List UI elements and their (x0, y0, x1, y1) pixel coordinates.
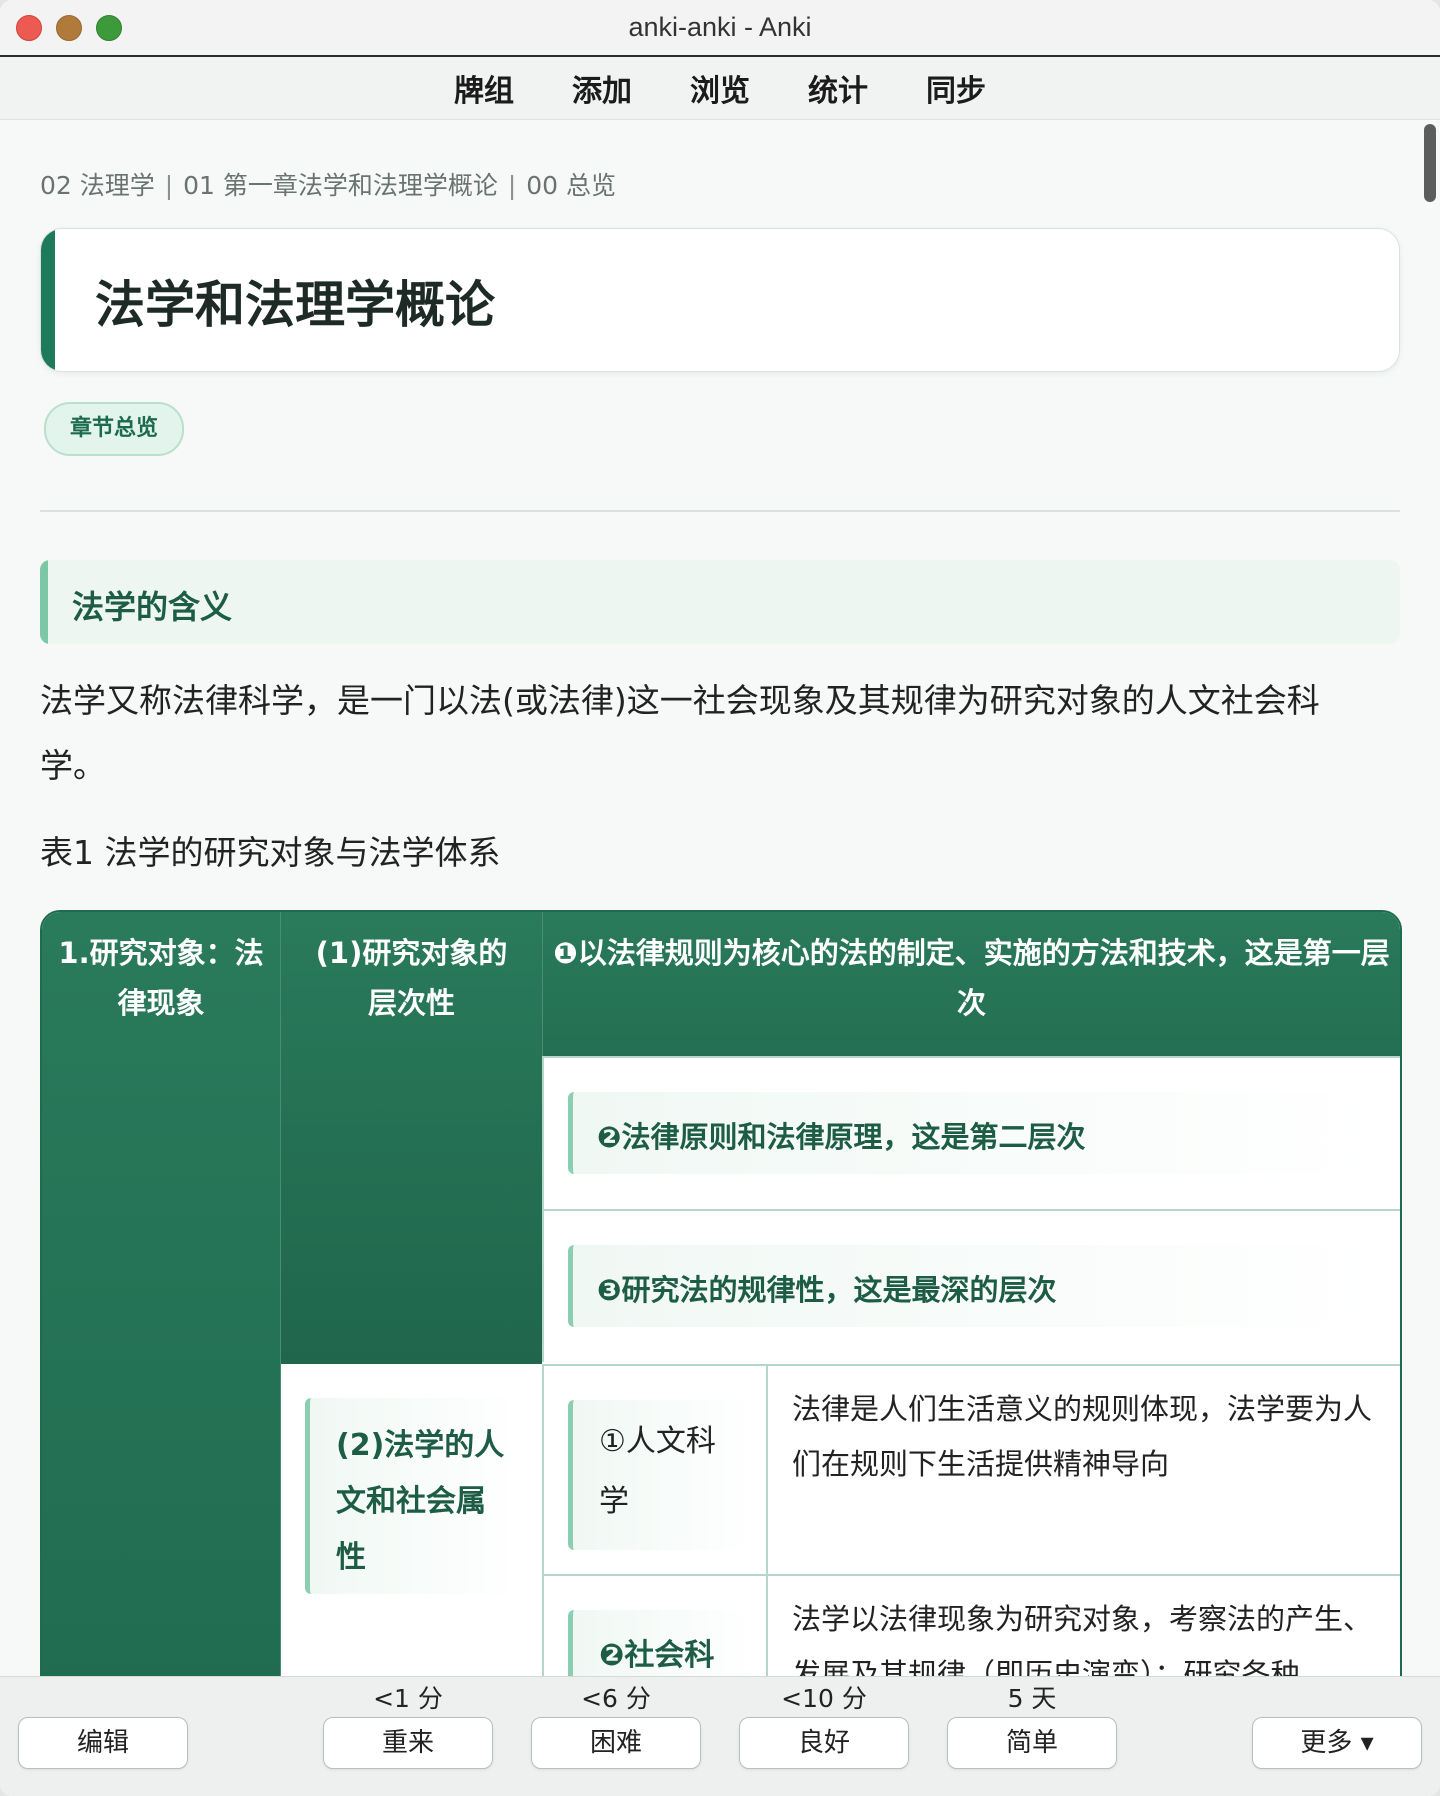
level-2-text: ❷法律原则和法律原理，这是第二层次 (597, 1120, 1086, 1154)
again-button[interactable]: 重来 (323, 1717, 493, 1769)
definition-paragraph: 法学又称法律科学，是一门以法(或法律)这一社会现象及其规律为研究对象的人文社会科… (40, 681, 1320, 785)
breadcrumb-separator: | (507, 171, 517, 200)
edit-button[interactable]: 编辑 (18, 1717, 188, 1769)
humanities-box: ①人文科学 (568, 1400, 753, 1550)
good-button[interactable]: 良好 (739, 1717, 909, 1769)
table-caption: 表1 法学的研究对象与法学体系 (40, 833, 501, 872)
level-3-box: ❸研究法的规律性，这是最深的层次 (568, 1245, 1373, 1327)
table-cell-social-science: ❷社会科 (542, 1574, 766, 1676)
window-title: anki-anki - Anki (628, 12, 812, 42)
answer-bar: 编辑 <1 分 重来 <6 分 困难 <10 分 良好 5 天 简单 更多 ▾ (0, 1676, 1440, 1796)
menu-add[interactable]: 添加 (572, 66, 632, 110)
more-button[interactable]: 更多 ▾ (1252, 1717, 1422, 1769)
breadcrumb-separator: | (164, 171, 174, 200)
social-science-label: ❷社会科 (599, 1638, 715, 1673)
hard-interval: <6 分 (581, 1684, 651, 1713)
breadcrumb-item: 00 总览 (526, 171, 616, 200)
easy-interval: 5 天 (1007, 1684, 1057, 1713)
breadcrumb-item: 01 第一章法学和法理学概论 (183, 171, 498, 200)
level-2-box: ❷法律原则和法律原理，这是第二层次 (568, 1092, 1373, 1174)
table-cell-level-2: ❷法律原则和法律原理，这是第二层次 (542, 1056, 1400, 1209)
section-heading: 法学的含义 (40, 560, 1400, 644)
card-title: 法学和法理学概论 (95, 276, 495, 334)
attributes-box: (2)法学的人文和社会属性 (305, 1398, 518, 1594)
table-cell-humanities: ①人文科学 (542, 1364, 766, 1574)
table-cell-attributes: (2)法学的人文和社会属性 (280, 1364, 542, 1676)
hard-button[interactable]: 困难 (531, 1717, 701, 1769)
social-science-description: 法学以法律现象为研究对象，考察法的产生、发展及其规律（即历史演变）；研究各种 (766, 1574, 1400, 1676)
chapter-tag: 章节总览 (44, 402, 184, 456)
again-interval: <1 分 (373, 1684, 443, 1713)
title-bar: anki-anki - Anki (0, 0, 1440, 57)
breadcrumb-item: 02 法理学 (40, 171, 155, 200)
level-3-text: ❸研究法的规律性，这是最深的层次 (597, 1273, 1057, 1307)
vertical-scrollbar[interactable] (1424, 124, 1436, 202)
menu-decks[interactable]: 牌组 (454, 66, 514, 110)
good-interval: <10 分 (781, 1684, 867, 1713)
card-content[interactable]: 02 法理学 | 01 第一章法学和法理学概论 | 00 总览 法学和法理学概论… (0, 120, 1440, 1676)
table-cell-research-object: 1.研究对象：法律现象 (42, 912, 280, 1676)
top-menu: 牌组 添加 浏览 统计 同步 (0, 57, 1440, 120)
title-card: 法学和法理学概论 (40, 228, 1400, 372)
table-cell-level-1: ❶以法律规则为核心的法的制定、实施的方法和技术，这是第一层次 (542, 912, 1400, 1056)
title-accent-bar (41, 229, 55, 371)
section-accent-bar (40, 560, 48, 644)
table-cell-hierarchy: (1)研究对象的层次性 (280, 912, 542, 1364)
divider (40, 510, 1400, 512)
humanities-label: ①人文科学 (599, 1424, 716, 1519)
menu-sync[interactable]: 同步 (926, 66, 986, 110)
table-cell-level-3: ❸研究法的规律性，这是最深的层次 (542, 1209, 1400, 1362)
structure-table: 1.研究对象：法律现象 (1)研究对象的层次性 ❶以法律规则为核心的法的制定、实… (40, 910, 1402, 1676)
breadcrumb: 02 法理学 | 01 第一章法学和法理学概论 | 00 总览 (40, 166, 616, 202)
humanities-description: 法律是人们生活意义的规则体现，法学要为人们在规则下生活提供精神导向 (766, 1364, 1400, 1574)
section-title: 法学的含义 (72, 588, 233, 626)
menu-stats[interactable]: 统计 (808, 66, 868, 110)
easy-button[interactable]: 简单 (947, 1717, 1117, 1769)
attributes-text: (2)法学的人文和社会属性 (336, 1428, 505, 1575)
menu-browse[interactable]: 浏览 (690, 66, 750, 110)
social-science-box: ❷社会科 (568, 1610, 753, 1676)
anki-window: anki-anki - Anki 牌组 添加 浏览 统计 同步 02 法理学 |… (0, 0, 1440, 1796)
